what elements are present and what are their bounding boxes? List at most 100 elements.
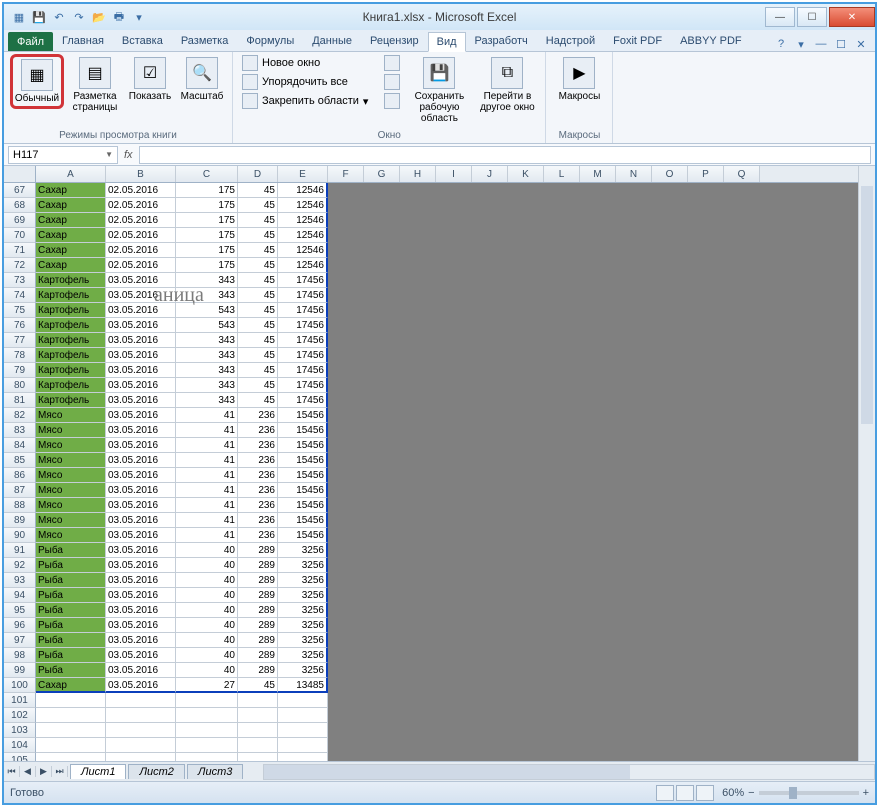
row-header[interactable]: 83 [4, 423, 36, 438]
cell[interactable]: Картофель [36, 378, 106, 393]
zoom-slider[interactable] [759, 791, 859, 795]
cell[interactable]: Рыба [36, 543, 106, 558]
row-header[interactable]: 96 [4, 618, 36, 633]
unhide-button[interactable] [381, 92, 403, 110]
row-header[interactable]: 98 [4, 648, 36, 663]
cell[interactable]: Рыба [36, 573, 106, 588]
excel-icon[interactable]: ▦ [10, 8, 28, 26]
cell[interactable]: 17456 [278, 393, 328, 408]
cell[interactable]: 3256 [278, 558, 328, 573]
cell[interactable]: 17456 [278, 288, 328, 303]
show-button[interactable]: ☑ Показать [126, 54, 174, 105]
doc-close-icon[interactable]: ✕ [853, 38, 869, 51]
row-header[interactable]: 99 [4, 663, 36, 678]
sheet-tab-Лист3[interactable]: Лист3 [187, 764, 243, 779]
cell[interactable] [278, 708, 328, 723]
cell[interactable]: 03.05.2016 [106, 288, 176, 303]
row-header[interactable]: 94 [4, 588, 36, 603]
cell[interactable]: Рыба [36, 663, 106, 678]
cell[interactable]: 175 [176, 198, 238, 213]
cell[interactable]: Картофель [36, 318, 106, 333]
zoom-level[interactable]: 60% [722, 787, 744, 799]
row-header[interactable]: 92 [4, 558, 36, 573]
cell[interactable]: 45 [238, 363, 278, 378]
col-header-C[interactable]: C [176, 166, 238, 182]
minimize-button[interactable]: — [765, 7, 795, 27]
cell[interactable]: 343 [176, 363, 238, 378]
cell[interactable] [278, 723, 328, 738]
cell[interactable]: 236 [238, 528, 278, 543]
cell[interactable]: 45 [238, 183, 278, 198]
cell[interactable]: Сахар [36, 213, 106, 228]
page-layout-view-icon[interactable] [676, 785, 694, 801]
col-header-B[interactable]: B [106, 166, 176, 182]
cell[interactable]: Мясо [36, 408, 106, 423]
cell[interactable]: 15456 [278, 483, 328, 498]
cell[interactable]: 41 [176, 513, 238, 528]
cell[interactable]: 03.05.2016 [106, 408, 176, 423]
cell[interactable]: 3256 [278, 588, 328, 603]
cell[interactable]: 03.05.2016 [106, 633, 176, 648]
cell[interactable]: 289 [238, 543, 278, 558]
cell[interactable]: 40 [176, 618, 238, 633]
cell[interactable]: Сахар [36, 678, 106, 693]
cell[interactable]: Рыба [36, 588, 106, 603]
redo-icon[interactable]: ↷ [70, 8, 88, 26]
tab-file[interactable]: Файл [8, 32, 53, 51]
save-workspace-button[interactable]: 💾 Сохранить рабочую область [407, 54, 471, 127]
cell[interactable]: Рыба [36, 633, 106, 648]
doc-min-icon[interactable]: — [813, 38, 829, 51]
row-header[interactable]: 88 [4, 498, 36, 513]
save-icon[interactable]: 💾 [30, 8, 48, 26]
cell[interactable]: 03.05.2016 [106, 513, 176, 528]
cell[interactable]: 236 [238, 498, 278, 513]
cell[interactable] [36, 723, 106, 738]
cell[interactable]: 175 [176, 183, 238, 198]
cell[interactable]: 02.05.2016 [106, 183, 176, 198]
cell[interactable]: 543 [176, 303, 238, 318]
cell[interactable] [176, 723, 238, 738]
chevron-down-icon[interactable]: ▼ [105, 150, 113, 159]
scrollbar-thumb[interactable] [264, 765, 630, 779]
cell[interactable]: 27 [176, 678, 238, 693]
cell[interactable]: 03.05.2016 [106, 663, 176, 678]
cell[interactable]: 3256 [278, 543, 328, 558]
cell[interactable]: 236 [238, 438, 278, 453]
cell[interactable]: 289 [238, 603, 278, 618]
cell[interactable]: 45 [238, 228, 278, 243]
cell[interactable]: 45 [238, 333, 278, 348]
row-header[interactable]: 80 [4, 378, 36, 393]
cell[interactable]: Картофель [36, 303, 106, 318]
cell[interactable]: 3256 [278, 648, 328, 663]
cell[interactable] [278, 753, 328, 761]
slider-handle[interactable] [789, 787, 797, 799]
tab-abbyy pdf[interactable]: ABBYY PDF [671, 31, 751, 51]
cell[interactable]: 41 [176, 528, 238, 543]
cell[interactable]: 236 [238, 468, 278, 483]
cell[interactable]: 41 [176, 453, 238, 468]
cell[interactable]: 289 [238, 663, 278, 678]
tab-вид[interactable]: Вид [428, 32, 466, 52]
normal-view-button[interactable]: ▦ Обычный [10, 54, 64, 109]
arrange-all-button[interactable]: Упорядочить все [239, 73, 371, 91]
row-header[interactable]: 76 [4, 318, 36, 333]
cell[interactable]: 175 [176, 243, 238, 258]
cell[interactable]: Сахар [36, 258, 106, 273]
cell[interactable]: 45 [238, 303, 278, 318]
tab-рецензир[interactable]: Рецензир [361, 31, 428, 51]
close-button[interactable]: ✕ [829, 7, 875, 27]
cell[interactable]: 40 [176, 588, 238, 603]
horizontal-scrollbar[interactable] [263, 764, 875, 780]
cell[interactable] [106, 693, 176, 708]
cell[interactable]: 03.05.2016 [106, 348, 176, 363]
cell[interactable]: 03.05.2016 [106, 498, 176, 513]
cell[interactable]: 236 [238, 513, 278, 528]
cell[interactable]: 02.05.2016 [106, 243, 176, 258]
cell[interactable]: 343 [176, 333, 238, 348]
cell[interactable]: 40 [176, 543, 238, 558]
scrollbar-thumb[interactable] [861, 186, 873, 424]
cell[interactable]: 41 [176, 438, 238, 453]
cell[interactable]: 17456 [278, 378, 328, 393]
cell[interactable]: 03.05.2016 [106, 468, 176, 483]
last-sheet-icon[interactable]: ⏭ [52, 766, 68, 777]
